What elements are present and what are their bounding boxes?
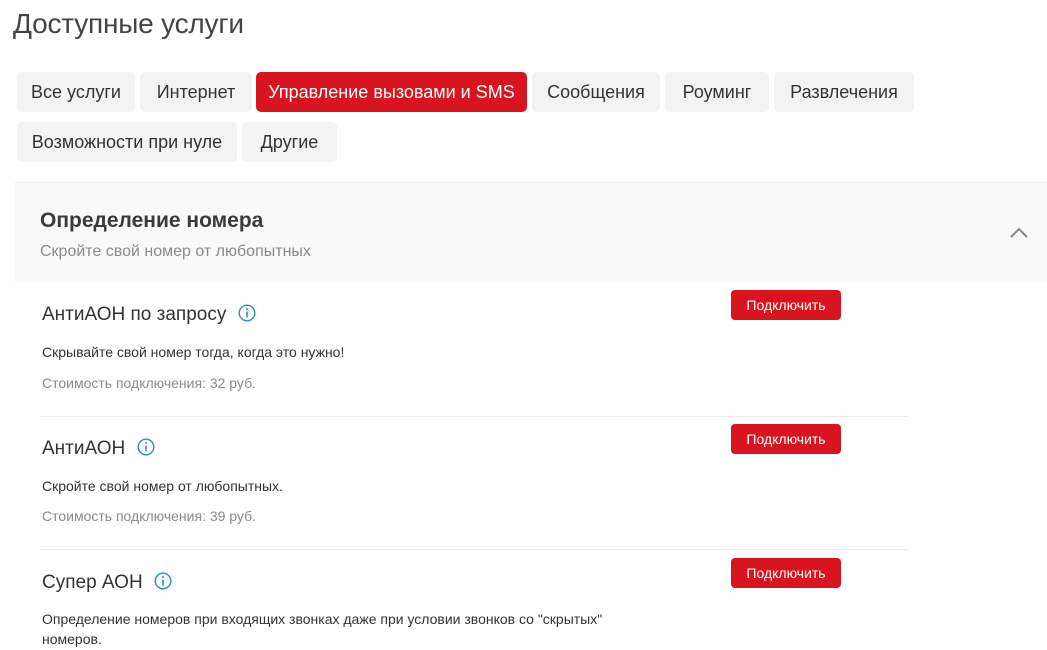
service-name-row: АнтиАОН по запросу xyxy=(42,304,256,326)
divider xyxy=(40,416,908,417)
tab-call-management-sms[interactable]: Управление вызовами и SMS xyxy=(256,72,527,112)
service-description: Скрывайте свой номер тогда, когда это ну… xyxy=(42,344,345,360)
info-icon[interactable] xyxy=(154,572,172,590)
tab-all-services[interactable]: Все услуги xyxy=(17,72,135,112)
service-cost: Стоимость подключения: 32 руб. xyxy=(42,375,256,391)
section-number-identification[interactable]: Определение номера Скройте свой номер от… xyxy=(15,182,1047,283)
section-subtitle: Скройте свой номер от любопытных xyxy=(40,243,311,260)
page-title: Доступные услуги xyxy=(13,8,244,39)
tab-internet[interactable]: Интернет xyxy=(140,72,252,112)
divider xyxy=(40,549,908,550)
tab-other[interactable]: Другие xyxy=(242,122,337,162)
service-cost: Стоимость подключения: 39 руб. xyxy=(42,508,256,524)
tab-roaming[interactable]: Роуминг xyxy=(665,72,769,112)
service-name: АнтиАОН по запросу xyxy=(42,304,227,325)
service-description: Скройте свой номер от любопытных. xyxy=(42,478,283,494)
service-name-row: АнтиАОН xyxy=(42,438,155,460)
service-name: АнтиАОН xyxy=(42,438,126,459)
info-icon[interactable] xyxy=(238,304,256,322)
tab-zero-balance[interactable]: Возможности при нуле xyxy=(17,122,237,162)
service-name: Супер АОН xyxy=(42,572,143,593)
service-description: Определение номеров при входящих звонках… xyxy=(42,611,603,647)
connect-button[interactable]: Подключить xyxy=(731,290,841,320)
chevron-up-icon[interactable] xyxy=(1009,223,1029,243)
tab-messages[interactable]: Сообщения xyxy=(532,72,660,112)
info-icon[interactable] xyxy=(137,438,155,456)
section-title: Определение номера xyxy=(40,209,264,232)
connect-button[interactable]: Подключить xyxy=(731,424,841,454)
tab-entertainment[interactable]: Развлечения xyxy=(774,72,914,112)
service-name-row: Супер АОН xyxy=(42,572,172,594)
connect-button[interactable]: Подключить xyxy=(731,558,841,588)
